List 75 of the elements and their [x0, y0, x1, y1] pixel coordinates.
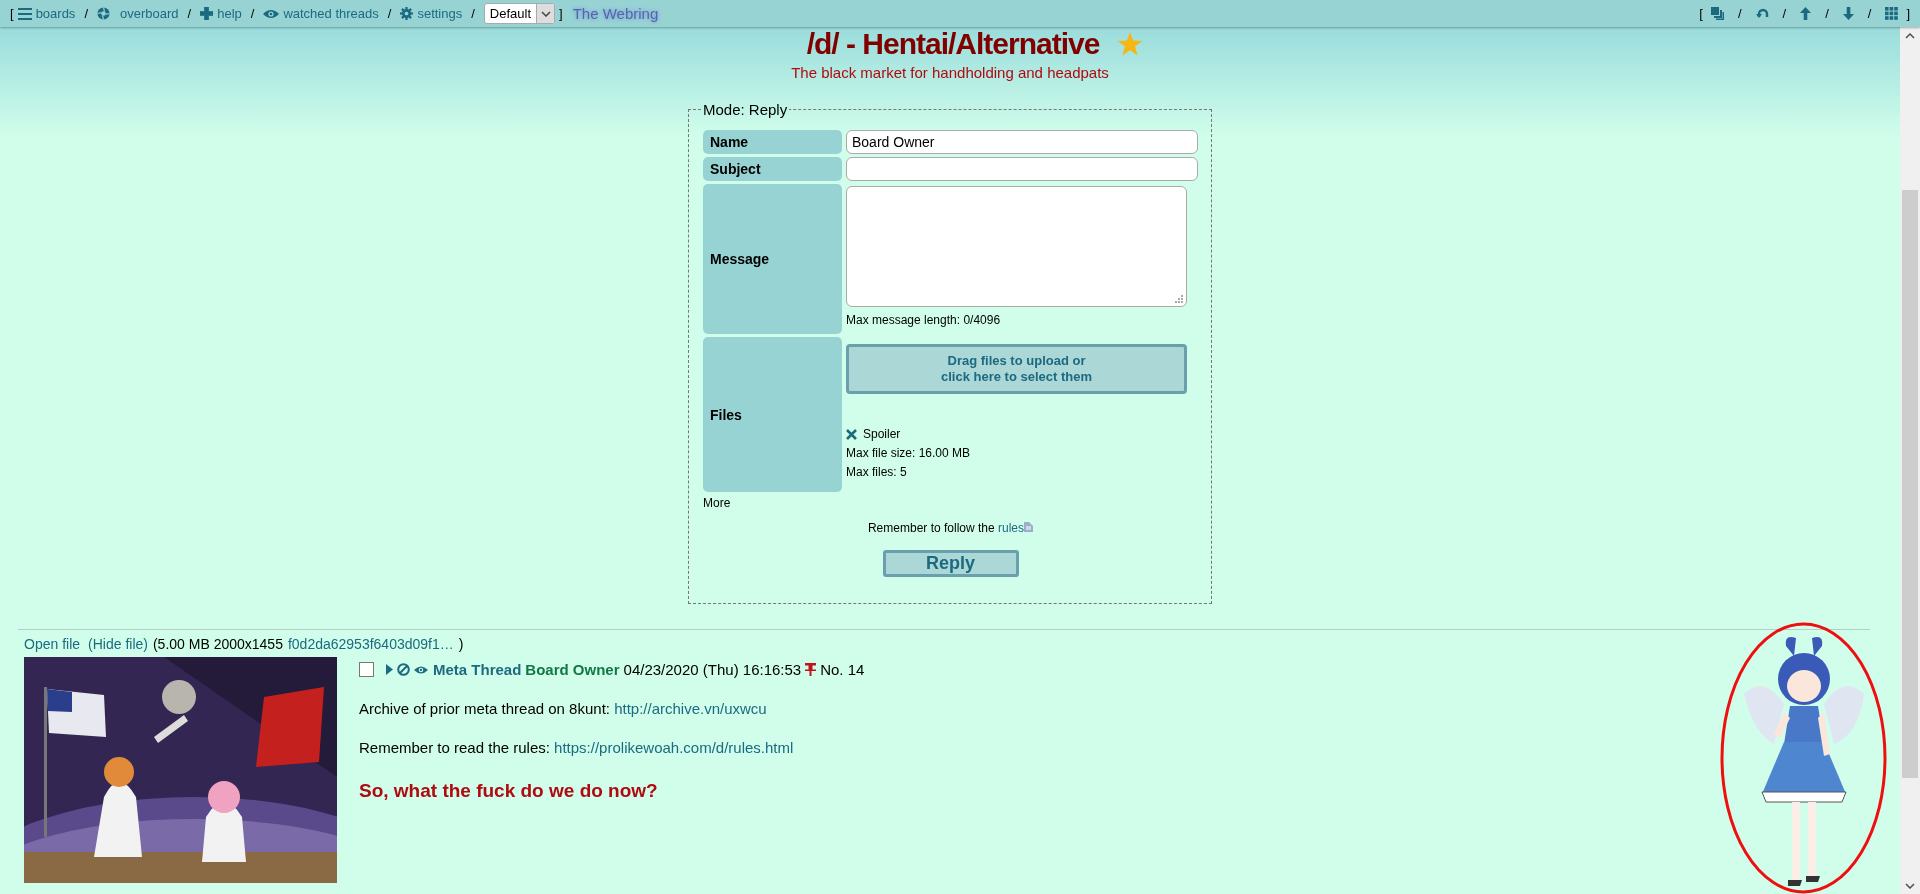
menu-icon: [17, 7, 32, 20]
webring-link[interactable]: The Webring: [572, 5, 659, 22]
caret-down-icon: [1905, 882, 1915, 889]
separator: /: [1737, 6, 1742, 21]
scroll-thumb[interactable]: [1902, 190, 1918, 778]
settings-icon: [400, 7, 414, 20]
resize-grip-icon[interactable]: [1175, 295, 1183, 303]
rules-reminder: Remember to follow the: [867, 521, 995, 535]
text-field[interactable]: Board Owner: [846, 130, 1198, 154]
plus-icon: [200, 7, 214, 20]
triangle-icon[interactable]: [386, 664, 393, 675]
field-label: Name: [703, 130, 842, 154]
more-link[interactable]: More: [703, 496, 731, 510]
separator: /: [471, 6, 475, 21]
close-icon[interactable]: [846, 428, 857, 440]
theme-select[interactable]: Default: [483, 3, 556, 24]
separator: /: [187, 6, 192, 21]
post-heading: So, what the fuck do we do now?: [359, 780, 659, 802]
separator: /: [84, 6, 88, 21]
post-checkbox[interactable]: [359, 662, 374, 677]
bracket: ]: [1906, 6, 1910, 21]
spoiler-label: Spoiler: [863, 427, 901, 441]
file-info: (5.00 MB 2000x1455: [152, 636, 283, 652]
eye-icon: [263, 8, 280, 19]
file-drop-zone[interactable]: Drag files to upload or click here to select them: [846, 344, 1187, 394]
post-subject: Meta Thread: [433, 661, 522, 678]
separator: /: [1867, 6, 1872, 21]
post-date: 04/23/2020 (Thu) 16:16:53: [623, 661, 802, 678]
post-link[interactable]: https://prolikewoah.com/d/rules.html: [554, 739, 794, 756]
post-link[interactable]: http://archive.vn/uxwcu: [614, 700, 767, 717]
rules-link[interactable]: rules: [998, 521, 1025, 535]
post-paragraph: Archive of prior meta thread on 8kunt: http://archive.vn/uxwcu: [359, 700, 768, 717]
nav-link[interactable]: boards: [35, 6, 76, 21]
separator: /: [1782, 6, 1787, 21]
field-label: Message: [703, 184, 842, 334]
eye-icon[interactable]: [414, 664, 428, 675]
stacked-squares-icon[interactable]: [1710, 7, 1724, 20]
file-limit-note: Max file size: 16.00 MB: [846, 446, 972, 460]
field-label: Subject: [703, 157, 842, 181]
file-info-bracket: ): [458, 636, 464, 652]
post-number[interactable]: No. 14: [820, 661, 865, 678]
bracket: [: [1699, 6, 1703, 21]
nav-link[interactable]: help: [217, 6, 242, 21]
field-label: Files: [703, 337, 842, 492]
reply-button[interactable]: Reply: [882, 550, 1019, 577]
caret-icon: [540, 10, 551, 17]
form-mode-legend: Mode: Reply: [701, 101, 790, 118]
board-title: /d/ - Hentai/Alternative: [806, 27, 1100, 61]
message-field[interactable]: [846, 186, 1187, 307]
separator: /: [250, 6, 255, 21]
message-length-note: Max message length: 0/4096: [846, 313, 1002, 327]
hide-file-link[interactable]: (Hide file): [88, 636, 148, 652]
text-field[interactable]: [846, 157, 1198, 181]
caret-up-icon: [1905, 32, 1915, 39]
star-icon[interactable]: [1117, 31, 1144, 57]
prohibited-icon[interactable]: [397, 663, 410, 676]
separator: /: [1825, 6, 1829, 21]
file-name-link[interactable]: f0d2da62953f6403d09f1…: [287, 636, 454, 652]
nav-link[interactable]: watched threads: [283, 6, 379, 21]
document-icon: [1024, 522, 1034, 532]
down-arrow-icon[interactable]: [1842, 7, 1854, 20]
post-paragraph: Remember to read the rules: https://prolikewoah.com/d/rules.html: [359, 739, 795, 756]
separator: /: [387, 6, 392, 21]
nav-link[interactable]: settings: [417, 6, 463, 21]
file-limit-note: Max files: 5: [846, 465, 908, 479]
aperture-icon: [97, 7, 110, 20]
board-subtitle: The black market for handholding and headpats: [791, 64, 1109, 81]
bracket: ]: [559, 6, 563, 21]
bracket: [: [10, 6, 14, 21]
poster-name: Board Owner: [525, 661, 620, 678]
undo-arrow-icon[interactable]: [1755, 8, 1769, 19]
nav-link[interactable]: overboard: [120, 6, 179, 21]
open-file-link[interactable]: Open file: [24, 636, 81, 652]
up-arrow-icon[interactable]: [1800, 7, 1812, 20]
grid-icon[interactable]: [1885, 7, 1899, 20]
